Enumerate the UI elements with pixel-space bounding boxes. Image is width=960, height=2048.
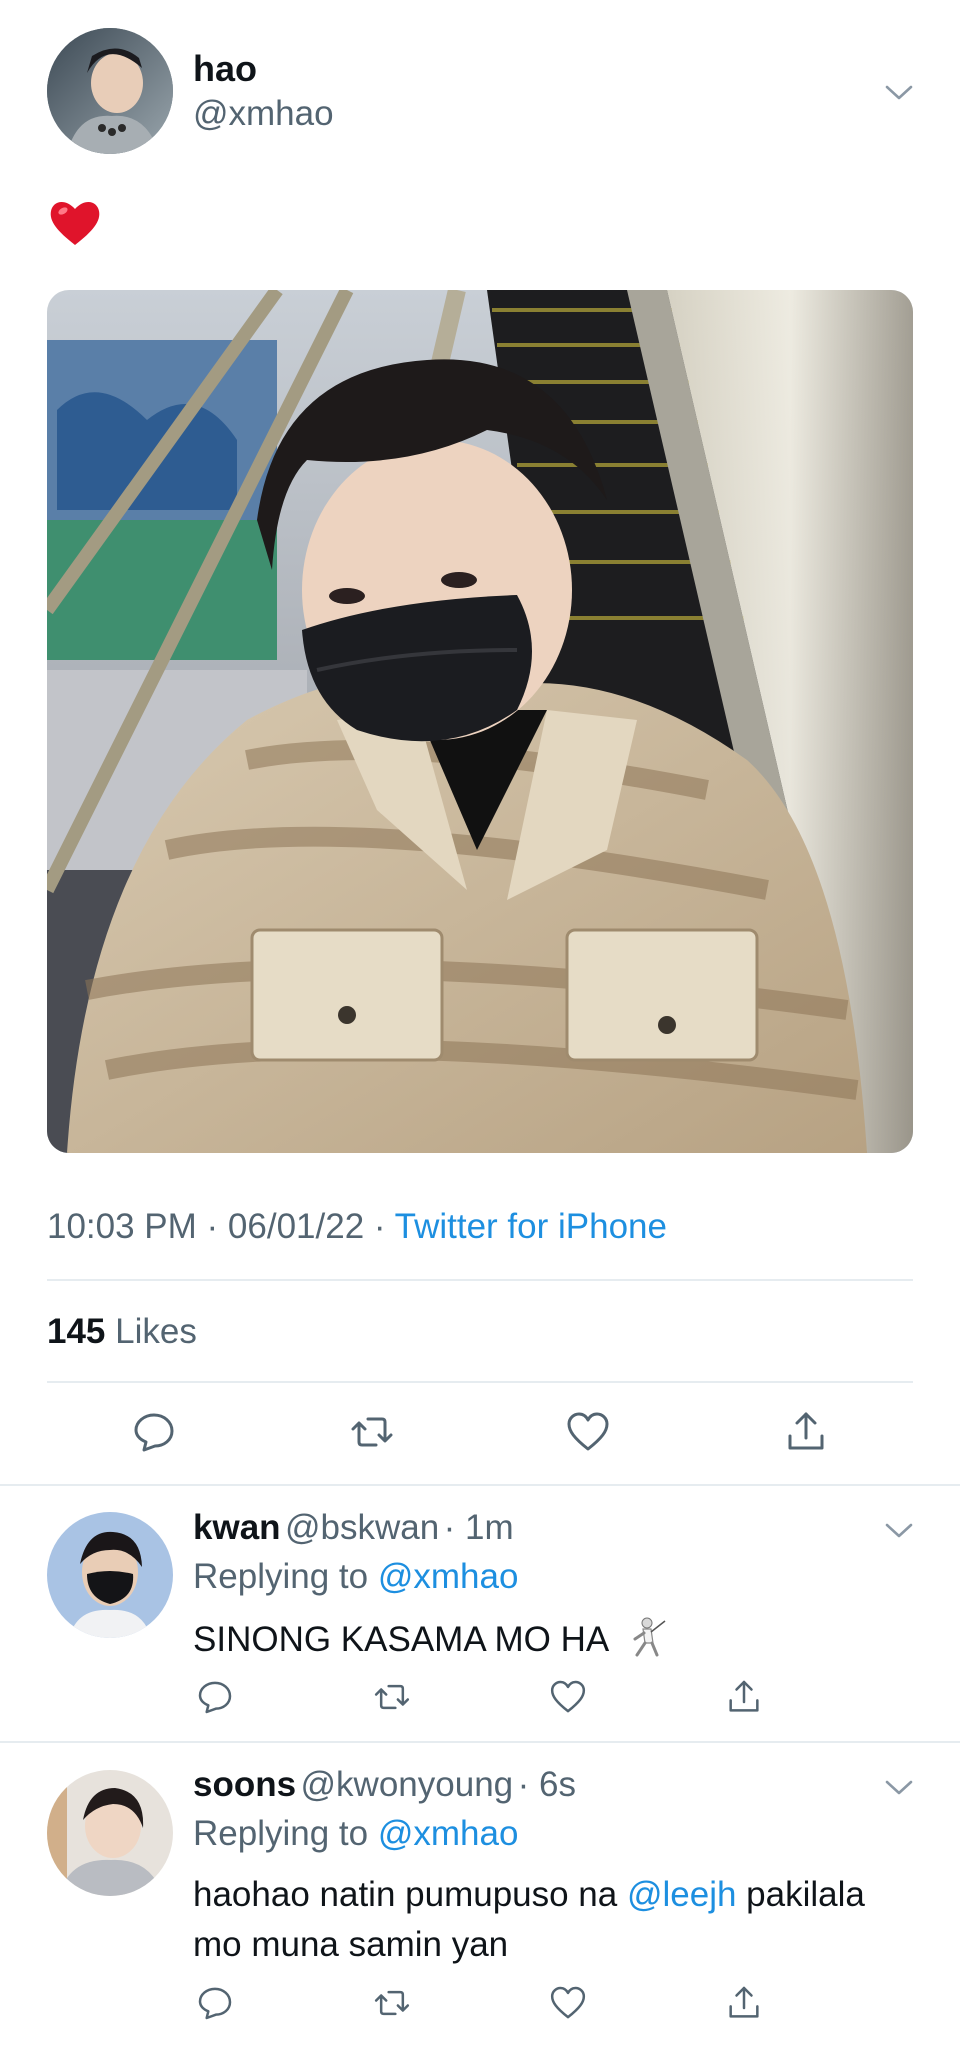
like-icon <box>567 1412 609 1451</box>
retweet-button[interactable] <box>372 1983 412 2028</box>
retweet-icon <box>351 1417 393 1447</box>
fencer-icon <box>623 1615 667 1668</box>
reply-icon <box>198 1681 232 1714</box>
reply-header: kwan @bskwan · 1m <box>193 1508 514 1548</box>
tweet-timestamp: 10:03 PM · 06/01/22 · <box>47 1207 395 1246</box>
retweet-icon <box>374 1684 410 1710</box>
reply-button[interactable] <box>195 1677 235 1722</box>
reply-button[interactable] <box>130 1408 178 1461</box>
share-icon <box>729 1680 759 1712</box>
like-button[interactable] <box>548 1983 588 2028</box>
tweet-text <box>47 195 107 255</box>
share-button[interactable] <box>724 1677 764 1722</box>
author-name[interactable]: hao <box>193 48 257 90</box>
author-avatar[interactable] <box>47 28 173 154</box>
retweet-button[interactable] <box>372 1677 412 1722</box>
share-button[interactable] <box>782 1408 830 1461</box>
likes-number: 145 <box>47 1312 106 1351</box>
replying-to-label: Replying to <box>193 1814 369 1853</box>
reply-time: · 6s <box>517 1765 576 1804</box>
chevron-down-icon[interactable] <box>884 1777 914 1802</box>
reply-text-body: haohao natin pumupuso na <box>193 1875 627 1914</box>
tweet-source-link[interactable]: Twitter for iPhone <box>395 1207 667 1246</box>
likes-label: Likes <box>115 1312 197 1351</box>
replying-to-mention[interactable]: @xmhao <box>378 1557 519 1596</box>
tweet-photo[interactable] <box>47 290 913 1153</box>
replying-to-label: Replying to <box>193 1557 369 1596</box>
reply-icon <box>198 1987 232 2020</box>
reply-time: · 1m <box>443 1508 514 1547</box>
divider <box>47 1279 913 1281</box>
reply-mention-link[interactable]: @leejh <box>627 1875 736 1914</box>
reply-text: haohao natin pumupuso na @leejh pakilala… <box>193 1870 913 1970</box>
like-icon <box>550 1680 586 1713</box>
reply-text-body: SINONG KASAMA MO HA <box>193 1620 608 1659</box>
divider <box>0 1484 960 1486</box>
likes-count[interactable]: 145 Likes <box>47 1312 197 1352</box>
reply-header: soons @kwonyoung · 6s <box>193 1765 576 1805</box>
replying-to: Replying to @xmhao <box>193 1557 518 1597</box>
reply-author-handle[interactable]: @bskwan <box>285 1508 439 1547</box>
retweet-button[interactable] <box>348 1408 396 1461</box>
divider <box>0 1741 960 1743</box>
reply-avatar[interactable] <box>47 1770 173 1896</box>
replying-to: Replying to @xmhao <box>193 1814 518 1854</box>
chevron-down-icon[interactable] <box>884 82 914 107</box>
like-button[interactable] <box>548 1677 588 1722</box>
share-icon <box>729 1986 759 2018</box>
share-button[interactable] <box>724 1983 764 2028</box>
author-handle[interactable]: @xmhao <box>193 94 334 134</box>
tweet-meta: 10:03 PM · 06/01/22 · Twitter for iPhone <box>47 1207 667 1247</box>
reply-author-name[interactable]: soons <box>193 1765 296 1804</box>
retweet-icon <box>374 1990 410 2016</box>
divider <box>47 1381 913 1383</box>
red-heart-icon <box>50 202 100 245</box>
reply-icon <box>134 1413 174 1452</box>
reply-author-handle[interactable]: @kwonyoung <box>301 1765 514 1804</box>
share-icon <box>788 1412 824 1450</box>
reply-button[interactable] <box>195 1983 235 2028</box>
replying-to-mention[interactable]: @xmhao <box>378 1814 519 1853</box>
chevron-down-icon[interactable] <box>884 1520 914 1545</box>
like-button[interactable] <box>564 1408 612 1461</box>
reply-author-name[interactable]: kwan <box>193 1508 281 1547</box>
like-icon <box>550 1986 586 2019</box>
reply-text: SINONG KASAMA MO HA <box>193 1615 667 1668</box>
reply-avatar[interactable] <box>47 1512 173 1638</box>
